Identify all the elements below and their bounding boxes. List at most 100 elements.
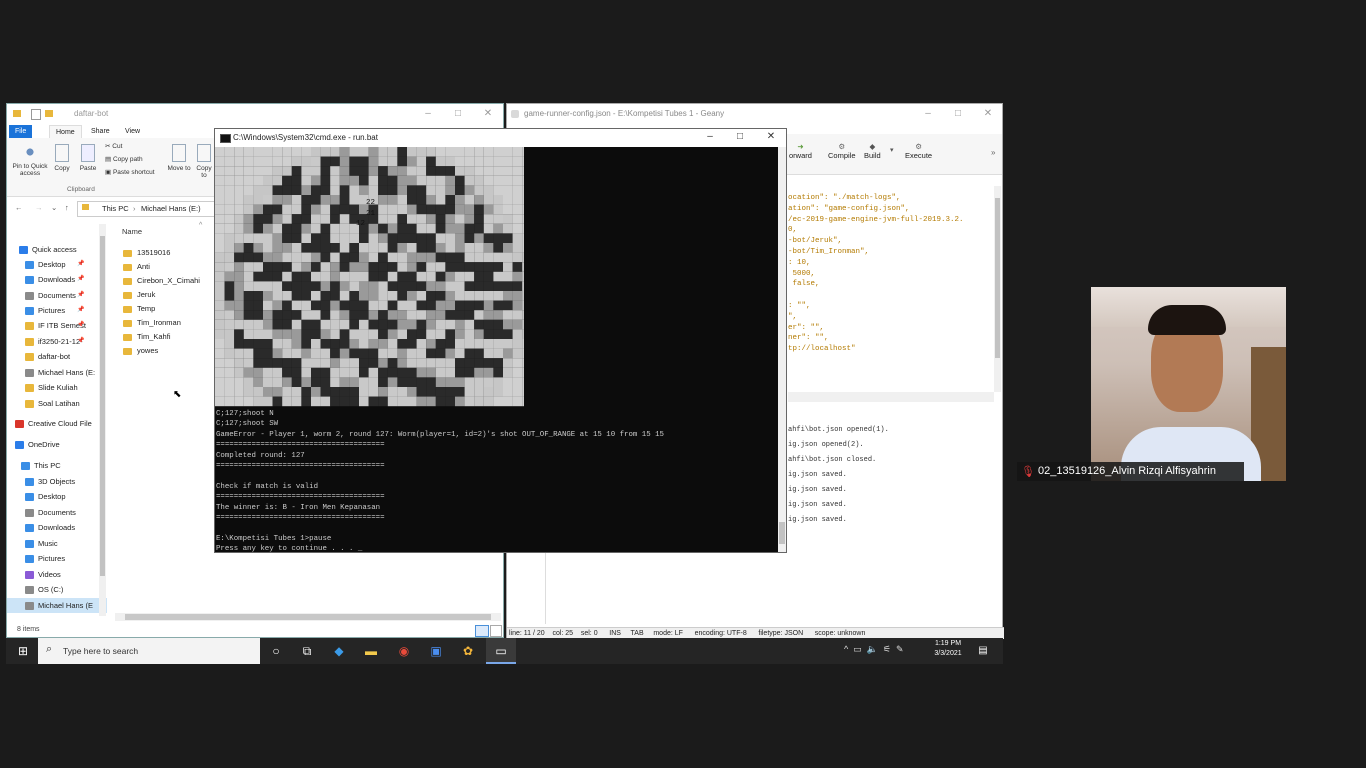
cmd-scrollbar[interactable]: [778, 147, 786, 552]
forward-arrow-icon[interactable]: →: [35, 203, 43, 212]
terminal-output[interactable]: C;127;shoot N C;127;shoot SW GameError - P…: [215, 408, 775, 553]
file-list-item[interactable]: Tim_Ironman: [123, 316, 181, 330]
back-arrow-icon[interactable]: ←: [15, 203, 23, 212]
recent-dropdown-icon[interactable]: ⌄: [51, 203, 57, 212]
minimize-button[interactable]: –: [413, 104, 443, 124]
file-list-item[interactable]: Tim_Kahfi: [123, 330, 170, 344]
toolbar-overflow-icon[interactable]: »: [991, 148, 995, 157]
pin-quick-access-button[interactable]: Pin to Quick access: [10, 144, 50, 177]
file-list-item[interactable]: Jeruk: [123, 288, 155, 302]
vscode-icon[interactable]: ◆: [324, 638, 354, 664]
nav-item[interactable]: Desktop 📌: [25, 257, 84, 272]
nav-item[interactable]: Music: [25, 536, 58, 551]
minimize-button[interactable]: –: [695, 128, 725, 146]
maximize-button[interactable]: □: [443, 104, 473, 124]
file-list-item[interactable]: Cirebon_X_Cimahi: [123, 274, 200, 288]
nav-item[interactable]: if3250-21-12- 📌: [25, 334, 84, 349]
explorer-titlebar[interactable]: daftar-bot – □ ✕: [7, 104, 503, 124]
nav-item[interactable]: Videos: [25, 567, 61, 582]
nav-item[interactable]: Documents: [25, 505, 76, 520]
nav-item[interactable]: Downloads: [25, 520, 75, 535]
nav-item[interactable]: Michael Hans (E: [7, 598, 107, 613]
file-list-item[interactable]: yowes: [123, 344, 158, 358]
paste-shortcut-button[interactable]: ▣ Paste shortcut: [105, 169, 155, 176]
geany-titlebar[interactable]: game-runner-config.json - E:\Kompetisi T…: [507, 104, 1002, 124]
pin-icon[interactable]: 📌: [77, 334, 84, 349]
nav-item[interactable]: IF ITB Semest 📌: [25, 318, 86, 333]
task-view-icon[interactable]: ⧉: [292, 638, 322, 664]
nav-item[interactable]: daftar-bot: [25, 349, 70, 364]
nav-item[interactable]: Creative Cloud File: [15, 416, 92, 431]
column-header-name[interactable]: Name: [122, 227, 142, 236]
close-button[interactable]: ✕: [756, 128, 786, 146]
cmd-taskbar-icon[interactable]: ▭: [486, 638, 516, 664]
nav-scrollbar[interactable]: [99, 224, 106, 616]
copy-to-button[interactable]: Copy to: [193, 144, 215, 179]
nav-item[interactable]: Soal Latihan: [25, 396, 80, 411]
pin-icon[interactable]: 📌: [77, 303, 84, 318]
file-explorer-taskbar-icon[interactable]: ▬: [356, 638, 386, 664]
nav-item[interactable]: This PC: [21, 458, 61, 473]
nav-item[interactable]: OS (C:): [25, 582, 63, 597]
nav-item[interactable]: Desktop: [25, 489, 66, 504]
file-list-item[interactable]: Temp: [123, 302, 155, 316]
properties-icon[interactable]: [31, 109, 41, 120]
code-editor[interactable]: ocation": "./match-logs", ation": "game-c…: [788, 186, 992, 392]
notification-icon[interactable]: ▤: [968, 638, 998, 664]
nav-item[interactable]: Quick access: [19, 242, 77, 257]
minimize-button[interactable]: –: [913, 104, 943, 124]
horizontal-scrollbar[interactable]: [115, 613, 501, 621]
tab-share[interactable]: Share: [85, 125, 116, 138]
windows-start-icon[interactable]: ⊞: [8, 638, 38, 664]
maximize-button[interactable]: □: [725, 128, 755, 146]
editor-hscrollbar[interactable]: [788, 392, 994, 402]
close-button[interactable]: ✕: [973, 104, 1003, 124]
details-view-icon[interactable]: [475, 625, 489, 637]
cortana-icon[interactable]: ○: [261, 638, 291, 664]
move-to-button[interactable]: Move to: [167, 144, 191, 172]
nav-item[interactable]: Michael Hans (E:: [25, 365, 95, 380]
cmd-titlebar[interactable]: C:\Windows\System32\cmd.exe - run.bat – …: [215, 129, 786, 147]
zoom-icon[interactable]: ▣: [421, 638, 451, 664]
copy-button[interactable]: Copy: [51, 144, 73, 172]
pin-icon[interactable]: 📌: [77, 257, 84, 272]
file-list-item[interactable]: Anti: [123, 260, 150, 274]
tab-view[interactable]: View: [119, 125, 146, 138]
nav-item[interactable]: OneDrive: [15, 437, 60, 452]
editor-scrollbar[interactable]: [994, 186, 1001, 392]
close-button[interactable]: ✕: [473, 104, 503, 124]
large-icons-view-icon[interactable]: [490, 625, 502, 637]
nav-scrollbar-thumb[interactable]: [100, 236, 105, 576]
new-folder-icon[interactable]: [45, 110, 53, 117]
horizontal-scrollbar-thumb[interactable]: [125, 614, 491, 620]
nav-item[interactable]: Network: [21, 619, 62, 620]
nav-item[interactable]: Slide Kuliah: [25, 380, 78, 395]
editor-scrollbar-thumb[interactable]: [995, 198, 1000, 358]
nav-item[interactable]: Pictures: [25, 551, 65, 566]
system-tray-icons[interactable]: ^▭🔈⚟✎: [844, 644, 909, 655]
cut-button[interactable]: ✂ Cut: [105, 143, 122, 150]
nav-item[interactable]: Pictures 📌: [25, 303, 84, 318]
pin-icon[interactable]: 📌: [77, 318, 84, 333]
up-arrow-icon[interactable]: ↑: [65, 203, 69, 212]
chrome-icon[interactable]: ◉: [389, 638, 419, 664]
pin-icon[interactable]: 📌: [77, 272, 84, 287]
execute-button[interactable]: ⚙ Execute: [905, 142, 932, 160]
nav-item[interactable]: Documents 📌: [25, 288, 84, 303]
paste-button[interactable]: Paste: [77, 144, 99, 172]
geany-taskbar-icon[interactable]: ✿: [453, 638, 483, 664]
clock[interactable]: 1:19 PM 3/3/2021: [928, 640, 968, 657]
pin-icon[interactable]: 📌: [77, 288, 84, 303]
compile-button[interactable]: ⚙ Compile: [828, 142, 856, 160]
maximize-button[interactable]: □: [943, 104, 973, 124]
nav-item[interactable]: Downloads 📌: [25, 272, 84, 287]
nav-item[interactable]: 3D Objects: [25, 474, 75, 489]
cmd-scrollbar-thumb[interactable]: [779, 522, 785, 544]
tab-file[interactable]: File: [9, 125, 33, 138]
breadcrumb-drive[interactable]: Michael Hans (E:): [141, 204, 201, 213]
copy-path-button[interactable]: ▤ Copy path: [105, 156, 143, 163]
tab-home[interactable]: Home: [49, 125, 82, 139]
breadcrumb-this-pc[interactable]: This PC: [102, 204, 129, 213]
build-dropdown-icon[interactable]: ▾: [890, 146, 894, 154]
file-list-item[interactable]: 13519016: [123, 246, 170, 260]
